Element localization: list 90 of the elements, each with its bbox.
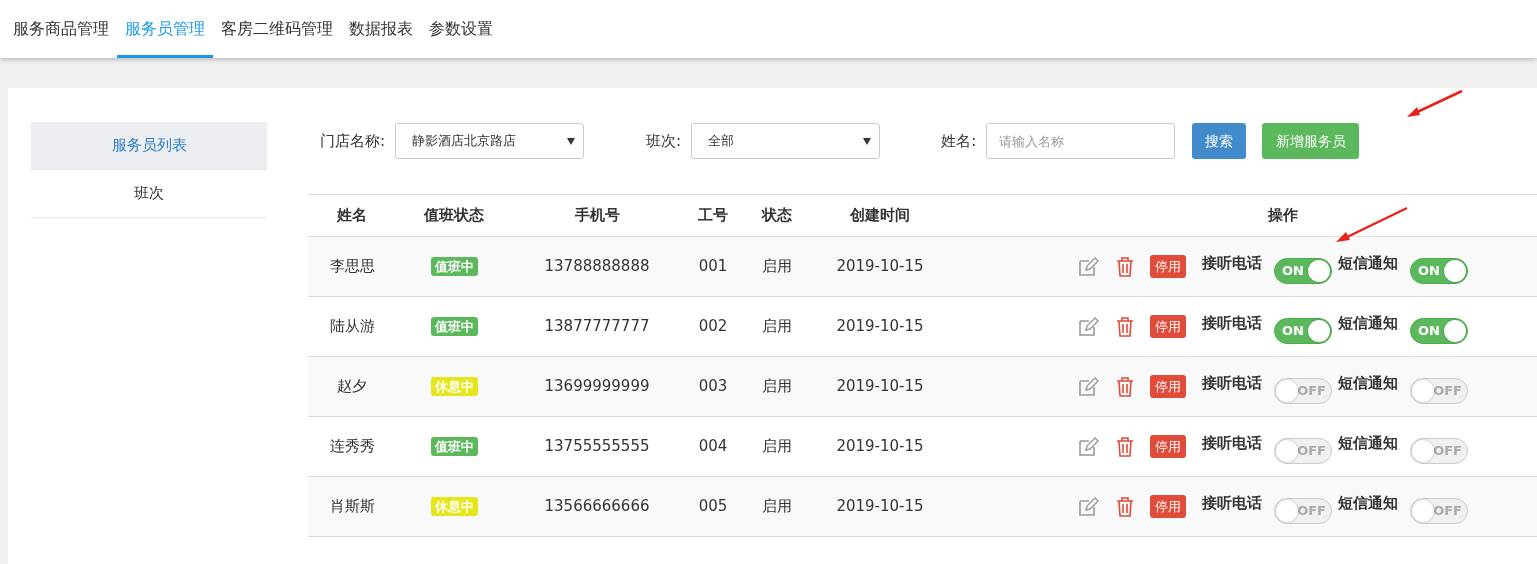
disable-button[interactable]: 停用 [1150,254,1186,279]
table-cell-text: 李思思 [328,256,376,278]
table-cell-text: 002 [697,316,729,338]
table-cell-text: 13788888888 [543,256,651,278]
shift-label: 班次: [646,130,682,152]
option-label: 短信通知 [1338,253,1398,275]
trash-icon[interactable] [1116,316,1134,337]
table-cell-text: 启用 [761,376,793,398]
column-header: 姓名 [336,205,368,227]
name-input[interactable]: 请输入名称 [986,123,1176,159]
option-label: 短信通知 [1338,313,1398,335]
disable-button[interactable]: 停用 [1150,494,1186,519]
table-cell-text: 2019-10-15 [835,316,925,338]
column-header: 工号 [697,205,729,227]
duty-status-tag: 值班中 [430,257,478,277]
column-header: 操作 [1267,206,1298,225]
toggle-switch[interactable]: OFF [1410,437,1468,464]
nav-tab[interactable]: 参数设置 [421,0,501,58]
table-cell-text: 13755555555 [543,436,651,458]
duty-status-tag: 休息中 [430,377,478,397]
trash-icon[interactable] [1116,376,1134,397]
option-label: 接听电话 [1202,373,1262,395]
duty-status-tag: 休息中 [430,497,478,517]
duty-status-tag: 值班中 [430,317,478,337]
table-cell-text: 陆从游 [328,316,376,338]
table-cell-text: 肖斯斯 [328,496,376,518]
edit-icon[interactable] [1077,315,1099,338]
edit-icon[interactable] [1077,255,1099,278]
option-label: 短信通知 [1338,373,1398,395]
store-select[interactable]: 静影酒店北京路店 [395,123,585,159]
option-label: 接听电话 [1202,493,1262,515]
add-button[interactable]: 新增服务员 [1262,123,1360,159]
nav-tab[interactable]: 数据报表 [341,0,421,58]
option-label: 短信通知 [1338,433,1398,455]
column-header: 创建时间 [849,205,911,227]
disable-button[interactable]: 停用 [1150,434,1186,459]
column-header: 值班状态 [422,205,485,227]
toggle-switch[interactable]: ON [1410,257,1468,284]
table-cell-text: 启用 [761,496,793,518]
table-cell-text: 003 [697,376,729,398]
disable-button[interactable]: 停用 [1150,314,1186,339]
caret-icon [567,137,576,145]
edit-icon[interactable] [1077,375,1099,398]
toggle-switch[interactable]: OFF [1274,497,1332,524]
nav-tab[interactable]: 服务商品管理 [5,0,117,58]
table-cell-text: 005 [697,496,729,518]
duty-status-tag: 值班中 [430,437,478,457]
search-button[interactable]: 搜索 [1192,123,1247,159]
nav-tab[interactable]: 客房二维码管理 [213,0,341,58]
table-cell-text: 004 [697,436,729,458]
nav-tab[interactable]: 服务员管理 [117,0,213,58]
option-label: 接听电话 [1202,433,1262,455]
column-header: 状态 [760,205,793,227]
caret-icon [863,137,872,145]
table-cell-text: 001 [697,256,729,278]
table-cell-text: 连秀秀 [328,436,376,458]
shift-select[interactable]: 全部 [691,123,881,159]
option-label: 接听电话 [1202,253,1262,275]
table-cell-text: 13699999999 [543,376,651,398]
column-header: 手机号 [573,205,621,227]
toggle-switch[interactable]: OFF [1410,377,1468,404]
sidebar-item[interactable]: 服务员列表 [31,122,267,170]
table-cell-text: 启用 [761,316,793,338]
toggle-switch[interactable]: ON [1274,257,1332,284]
toggle-switch[interactable]: ON [1274,317,1332,344]
table-cell-text: 2019-10-15 [835,256,925,278]
table-cell-text: 启用 [761,436,793,458]
table-cell-text: 2019-10-15 [835,436,925,458]
annotation-arrow [1405,89,1463,119]
toggle-switch[interactable]: OFF [1274,437,1332,464]
edit-icon[interactable] [1077,435,1099,458]
option-label: 短信通知 [1338,493,1398,515]
trash-icon[interactable] [1116,436,1134,457]
edit-icon[interactable] [1077,495,1099,518]
toggle-switch[interactable]: OFF [1274,377,1332,404]
table-cell-text: 启用 [761,256,793,278]
name-label: 姓名: [941,130,977,152]
toggle-switch[interactable]: ON [1410,317,1468,344]
table-cell-text: 13566666666 [543,496,651,518]
trash-icon[interactable] [1116,256,1134,277]
table-cell-text: 2019-10-15 [835,496,925,518]
table-cell-text: 2019-10-15 [835,376,925,398]
disable-button[interactable]: 停用 [1150,374,1186,399]
toggle-switch[interactable]: OFF [1410,497,1468,524]
store-label: 门店名称: [320,130,386,152]
trash-icon[interactable] [1116,496,1134,517]
table-cell-text: 赵夕 [336,376,368,398]
table-cell-text: 13877777777 [543,316,651,338]
sidebar-item[interactable]: 班次 [31,170,267,218]
option-label: 接听电话 [1202,313,1262,335]
